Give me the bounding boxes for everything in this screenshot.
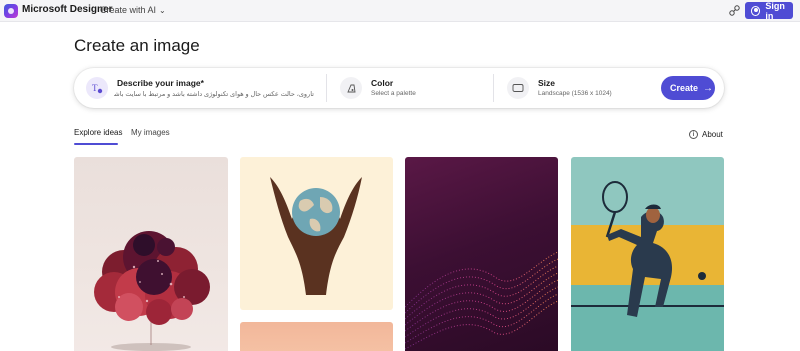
info-icon: i (689, 130, 698, 139)
color-label: Color (371, 78, 394, 88)
share-link-icon[interactable] (728, 4, 741, 17)
create-label: Create (670, 83, 699, 93)
gallery-card-crimson-cloud[interactable] (74, 157, 228, 351)
brand-name[interactable]: Microsoft Designer (22, 4, 113, 15)
svg-text:T: T (92, 83, 98, 93)
about-label: About (702, 130, 723, 139)
designer-logo-icon[interactable] (4, 4, 18, 18)
sign-in-label: Sign in (765, 0, 785, 21)
sign-in-button[interactable]: Sign in (745, 0, 793, 21)
user-icon (751, 5, 761, 16)
color-palette-selector[interactable]: Color Select a palette (328, 68, 493, 108)
gallery-card-particle-wave[interactable] (405, 157, 558, 351)
arrow-right-icon: → (703, 82, 714, 94)
size-value: Landscape (1536 x 1024) (538, 90, 612, 97)
gallery-card-peach-gradient[interactable] (240, 322, 393, 351)
palette-icon (340, 77, 362, 99)
describe-image-field[interactable]: T Describe your image* تاروی، حالت عکس ح… (74, 68, 326, 108)
particle-wave-image (405, 251, 558, 350)
tennis-player-image (571, 181, 724, 351)
about-button[interactable]: i About (689, 130, 723, 139)
create-with-ai-label: Create with AI (100, 5, 157, 15)
page-title: Create an image (74, 36, 200, 55)
create-button[interactable]: Create → (661, 76, 715, 100)
aspect-ratio-icon (507, 77, 529, 99)
top-bar: Microsoft Designer Create with AI ⌄ Sign … (0, 0, 800, 22)
crimson-cloud-image (94, 231, 210, 351)
gallery-card-tennis-player[interactable] (571, 157, 724, 351)
text-prompt-icon: T (86, 77, 108, 99)
divider (326, 74, 327, 102)
hands-earth-image (270, 177, 362, 295)
size-selector[interactable]: Size Landscape (1536 x 1024) (495, 68, 655, 108)
prompt-bar: T Describe your image* تاروی، حالت عکس ح… (74, 68, 724, 108)
describe-image-label: Describe your image* (117, 78, 204, 88)
chevron-down-icon: ⌄ (159, 6, 166, 15)
color-value: Select a palette (371, 90, 416, 97)
describe-image-input[interactable]: تاروی، حالت عکس حال و هوای تکنولوژی داشت… (114, 90, 314, 98)
tab-my-images[interactable]: My images (131, 128, 170, 137)
create-with-ai-menu[interactable]: Create with AI ⌄ (100, 5, 166, 15)
size-label: Size (538, 78, 556, 88)
tab-explore-ideas[interactable]: Explore ideas (74, 128, 122, 145)
divider (493, 74, 494, 102)
gallery-card-hands-earth[interactable] (240, 157, 393, 310)
